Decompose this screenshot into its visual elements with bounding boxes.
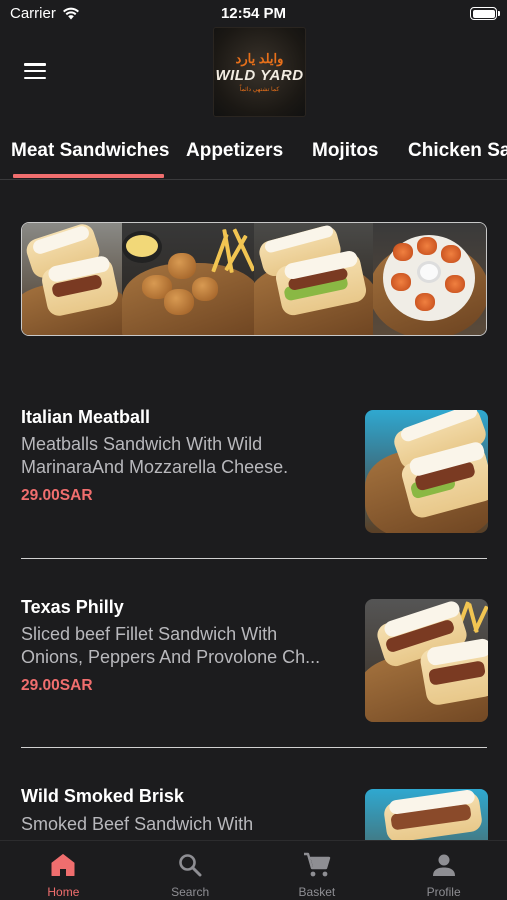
- tabbar-search-label: Search: [171, 885, 210, 899]
- tabbar-basket-label: Basket: [298, 885, 336, 899]
- item-title: Texas Philly: [21, 597, 124, 617]
- banner-photo-nuggets: [121, 223, 254, 335]
- item-description-line1: Sliced beef Fillet Sandwich With: [21, 624, 278, 644]
- status-bar: Carrier 12:54 PM: [0, 0, 507, 28]
- tabbar-profile-label: Profile: [426, 885, 461, 899]
- item-price: 29.00SAR: [21, 487, 93, 504]
- item-description-line2: MarinaraAnd Mozzarella Cheese.: [21, 457, 289, 477]
- banner-photo-wings: [373, 223, 486, 335]
- app-header: وايلد يارد WILD YARD كما تشتهي دائماً: [0, 28, 507, 116]
- promo-banner[interactable]: [21, 222, 487, 336]
- person-icon: [429, 851, 459, 879]
- cart-icon: [302, 851, 332, 879]
- hamburger-icon[interactable]: [24, 63, 46, 79]
- item-image: [365, 789, 488, 840]
- tabbar-home-label: Home: [47, 885, 80, 899]
- logo-english-text: WILD YARD: [215, 67, 304, 84]
- tab-meat-sandwiches[interactable]: Meat Sandwiches: [11, 140, 169, 162]
- menu-item-italian-meatball[interactable]: Italian Meatball Meatballs Sandwich With…: [0, 380, 507, 570]
- tab-mojitos[interactable]: Mojitos: [312, 140, 379, 162]
- active-tab-indicator: [13, 174, 164, 178]
- logo-tagline: كما تشتهي دائماً: [239, 87, 280, 93]
- item-image: [365, 410, 488, 533]
- item-divider: [21, 558, 487, 559]
- status-time: 12:54 PM: [220, 5, 287, 22]
- item-title: Italian Meatball: [21, 407, 151, 427]
- item-divider: [21, 747, 487, 748]
- tabbar-search[interactable]: Search: [127, 841, 254, 900]
- item-image: [365, 599, 488, 722]
- item-description-line1: Meatballs Sandwich With Wild: [21, 434, 263, 454]
- tabbar-basket[interactable]: Basket: [254, 841, 381, 900]
- menu-item-wild-smoked-brisk[interactable]: Wild Smoked Brisk Smoked Beef Sandwich W…: [0, 760, 507, 840]
- bottom-tab-bar: Home Search Basket Profile: [0, 840, 507, 900]
- logo-arabic-text: وايلد يارد: [235, 51, 284, 66]
- tab-appetizers[interactable]: Appetizers: [186, 140, 283, 162]
- wild-yard-logo: وايلد يارد WILD YARD كما تشتهي دائماً: [214, 28, 305, 116]
- tabbar-profile[interactable]: Profile: [380, 841, 507, 900]
- tabbar-home[interactable]: Home: [0, 841, 127, 900]
- category-tabs: Meat Sandwiches Appetizers Mojitos Chick…: [0, 128, 507, 180]
- search-icon: [175, 851, 205, 879]
- battery-icon: [470, 7, 500, 20]
- tab-chicken-sandwiches[interactable]: Chicken Sa: [408, 140, 507, 162]
- banner-photo-sandwiches: [22, 223, 122, 335]
- item-price: 29.00SAR: [21, 677, 93, 694]
- item-title: Wild Smoked Brisk: [21, 786, 184, 806]
- home-icon: [48, 851, 78, 879]
- item-description-line1: Smoked Beef Sandwich With: [21, 814, 254, 834]
- banner-photo-sub: [254, 223, 374, 335]
- menu-item-texas-philly[interactable]: Texas Philly Sliced beef Fillet Sandwich…: [0, 570, 507, 760]
- item-description-line2: Onions, Peppers And Provolone Ch...: [21, 647, 321, 667]
